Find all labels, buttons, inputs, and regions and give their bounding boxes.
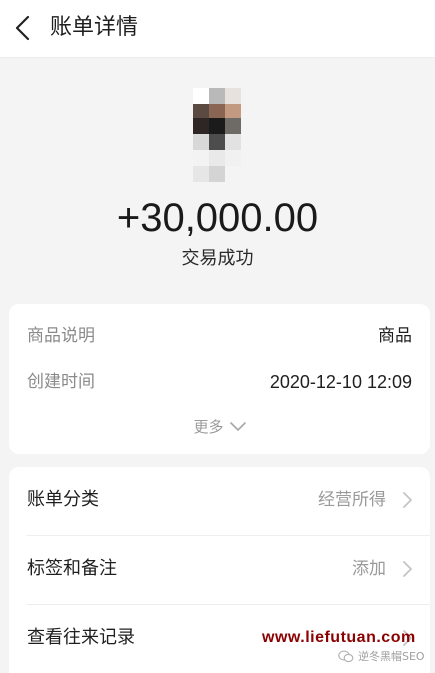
chevron-right-icon	[403, 561, 412, 577]
more-toggle[interactable]: 更多	[9, 414, 430, 440]
list-item-label: 查看往来记录	[27, 627, 135, 648]
chevron-down-icon	[229, 422, 246, 432]
transaction-status: 交易成功	[181, 248, 254, 269]
detail-row-created-time: 创建时间 2020-12-10 12:09	[9, 367, 430, 397]
more-label: 更多	[193, 418, 224, 436]
wechat-icon	[338, 650, 354, 663]
page-title: 账单详情	[50, 15, 139, 40]
top-bar: 账单详情	[0, 0, 435, 58]
list-item-bill-category[interactable]: 账单分类 经营所得	[9, 467, 430, 535]
watermark-account: 逆冬黑帽SEO	[338, 647, 425, 665]
list-item-value: 添加	[352, 559, 386, 579]
back-button[interactable]	[8, 12, 38, 44]
chevron-left-icon	[15, 15, 30, 41]
transaction-amount: +30,000.00	[116, 196, 319, 240]
list-item-label: 账单分类	[27, 489, 99, 510]
detail-row-description: 商品说明 商品	[9, 321, 430, 351]
detail-label: 创建时间	[27, 372, 95, 392]
list-item-value: 经营所得	[318, 490, 386, 510]
detail-label: 商品说明	[27, 326, 95, 346]
list-item-tags-notes[interactable]: 标签和备注 添加	[9, 536, 430, 604]
chevron-right-icon	[403, 492, 412, 508]
watermark-account-label: 逆冬黑帽SEO	[358, 650, 425, 663]
watermark-url: www.liefutuan.com	[262, 629, 416, 646]
detail-value: 商品	[378, 326, 412, 346]
detail-value: 2020-12-10 12:09	[269, 372, 412, 392]
avatar	[193, 88, 241, 182]
details-card: 商品说明 商品 创建时间 2020-12-10 12:09 更多	[9, 304, 430, 454]
list-item-label: 标签和备注	[27, 558, 117, 579]
